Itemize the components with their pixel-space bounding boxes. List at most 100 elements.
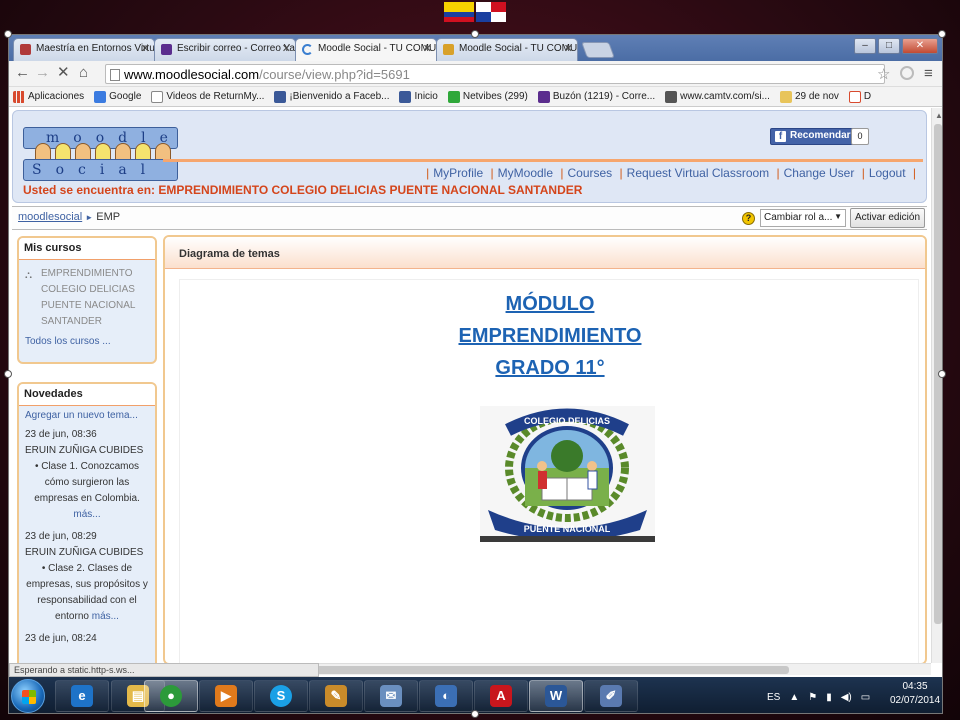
tab-moodle-active[interactable]: Moodle Social - TU COMU ✕ (295, 38, 437, 61)
role-select-value: Cambiar rol a... (764, 212, 833, 223)
bookmark-apps[interactable]: Aplicaciones (13, 90, 84, 103)
word-icon: W (545, 685, 567, 707)
taskbar-acrobat[interactable]: A (474, 680, 528, 712)
scroll-up-icon[interactable]: ▲ (935, 111, 942, 120)
bookmark-star-icon[interactable]: ☆ (877, 65, 890, 83)
flag-notification-icon[interactable]: ⚑ (808, 692, 817, 703)
tab-close-icon[interactable]: ✕ (564, 42, 573, 55)
block-title: Novedades (19, 384, 155, 406)
windows-taskbar: e ▤ ● ▶ S ✎ ✉ ◐ A W ✐ ES ▲ ⚑ ▮ ◀) ▭ 04:3… (9, 677, 942, 713)
maximize-button[interactable]: □ (878, 38, 900, 54)
moodle-header: moodle Social f Recomendar 0 | MyProfile … (12, 110, 927, 203)
course-link[interactable]: ⛬ EMPRENDIMIENTO COLEGIO DELICIAS PUENTE… (25, 266, 149, 330)
menu-change-user[interactable]: Change User (784, 166, 855, 180)
menu-myprofile[interactable]: MyProfile (433, 166, 483, 180)
bookmark-label: Google (109, 91, 142, 102)
module-title-line-1: MÓDULO (505, 293, 595, 315)
selection-handle[interactable] (938, 30, 946, 38)
taskbar-internet-explorer[interactable]: e (55, 680, 109, 712)
selection-handle[interactable] (4, 30, 12, 38)
bookmark-videos[interactable]: Videos de ReturnMy... (151, 90, 264, 103)
bookmark-buzon[interactable]: Buzón (1219) - Corre... (537, 90, 656, 103)
module-title-line-3: GRADO 11° (495, 357, 605, 379)
taskbar-paint[interactable]: ✎ (309, 680, 363, 712)
taskbar-paint-app[interactable]: ✐ (584, 680, 638, 712)
selection-handle[interactable] (938, 370, 946, 378)
course-line: EMPRENDIMIENTO (41, 268, 133, 279)
netvibes-icon (447, 90, 460, 103)
course-icon: ⛬ (25, 270, 32, 281)
network-icon[interactable]: ▮ (826, 692, 832, 703)
tab-label: Maestría en Entornos Virtu (36, 43, 155, 54)
new-tab-button[interactable] (581, 42, 615, 58)
paint-icon: ✎ (325, 685, 347, 707)
extension-icon[interactable] (900, 66, 914, 80)
minimize-button[interactable]: – (854, 38, 876, 54)
clock-date: 02/07/2014 (889, 695, 941, 706)
tab-close-icon[interactable]: ✕ (282, 42, 291, 55)
show-hidden-icons-icon[interactable]: ▲ (789, 692, 799, 703)
tab-moodle[interactable]: Moodle Social - TU COMU ✕ (436, 38, 578, 61)
menu-mymoodle[interactable]: MyMoodle (498, 166, 553, 180)
selection-handle[interactable] (4, 370, 12, 378)
moodle-social-logo[interactable]: moodle Social (23, 127, 183, 182)
monitor-icon[interactable]: ▭ (861, 692, 870, 703)
help-icon[interactable]: ? (742, 212, 755, 225)
stop-button[interactable]: ✕ (57, 65, 70, 81)
google-icon (94, 90, 107, 103)
taskbar-skype[interactable]: S (254, 680, 308, 712)
news-more-link[interactable]: más... (73, 509, 100, 520)
close-window-button[interactable]: ✕ (902, 38, 938, 54)
bookmark-label: Buzón (1219) - Corre... (552, 91, 656, 102)
bookmark-folder-29nov[interactable]: 29 de nov (779, 90, 839, 103)
selection-handle[interactable] (471, 710, 479, 718)
menu-request-classroom[interactable]: Request Virtual Classroom (627, 166, 770, 180)
news-more-link[interactable]: más... (92, 611, 119, 622)
volume-icon[interactable]: ◀) (841, 692, 852, 703)
back-button[interactable]: ← (15, 65, 30, 81)
start-button[interactable] (11, 679, 45, 713)
add-topic-link[interactable]: Agregar un nuevo tema... (19, 406, 155, 425)
recommend-count: 0 (851, 128, 869, 145)
course-line: PUENTE NACIONAL (41, 300, 136, 311)
home-button[interactable]: ⌂ (79, 65, 88, 81)
bookmark-inicio[interactable]: Inicio (399, 90, 438, 103)
gmail-icon (848, 90, 861, 103)
tab-close-icon[interactable]: ✕ (423, 42, 432, 55)
forward-button[interactable]: → (35, 65, 50, 81)
browser-menu-icon[interactable]: ≡ (924, 65, 933, 82)
tab-correo[interactable]: Escribir correo - Correo Ya ✕ (154, 38, 296, 61)
selection-handle[interactable] (471, 30, 479, 38)
taskbar-app[interactable]: ◐ (419, 680, 473, 712)
loading-spinner-icon (302, 44, 313, 55)
bookmark-netvibes[interactable]: Netvibes (299) (447, 90, 528, 103)
news-text: • Clase 2. Clases de empresas, sus propó… (25, 561, 149, 625)
switch-role-select[interactable]: Cambiar rol a... ▼ (760, 209, 846, 227)
turn-editing-on-button[interactable]: Activar edición (850, 208, 925, 228)
vertical-scrollbar[interactable]: ▲ (931, 108, 942, 663)
system-tray: ES ▲ ⚑ ▮ ◀) ▭ (767, 687, 870, 707)
bookmark-gmail[interactable]: D (848, 90, 871, 103)
facebook-recommend-button[interactable]: f Recomendar (770, 128, 858, 145)
tab-close-icon[interactable]: ✕ (141, 42, 150, 55)
bookmark-google[interactable]: Google (94, 90, 142, 103)
bookmark-label: Netvibes (299) (462, 91, 528, 102)
breadcrumb-home-link[interactable]: moodlesocial (18, 211, 82, 223)
system-clock[interactable]: 04:35 02/07/2014 (889, 680, 941, 708)
menu-courses[interactable]: Courses (568, 166, 613, 180)
recommend-label: Recomendar (790, 130, 851, 141)
taskbar-word[interactable]: W (529, 680, 583, 712)
taskbar-media-player[interactable]: ▶ (199, 680, 253, 712)
tab-label: Moodle Social - TU COMU (459, 43, 578, 54)
acrobat-icon: A (490, 685, 512, 707)
tab-strip: Maestría en Entornos Virtu ✕ Escribir co… (9, 35, 942, 61)
tab-maestria[interactable]: Maestría en Entornos Virtu ✕ (13, 38, 155, 61)
all-courses-link[interactable]: Todos los cursos ... (25, 336, 149, 347)
taskbar-chrome[interactable]: ● (144, 680, 198, 712)
address-bar[interactable]: www.moodlesocial.com/course/view.php?id=… (105, 64, 885, 84)
bookmark-camtv[interactable]: www.camtv.com/si... (665, 90, 770, 103)
menu-logout[interactable]: Logout (869, 166, 906, 180)
language-indicator[interactable]: ES (767, 692, 780, 703)
bookmark-facebook[interactable]: ¡Bienvenido a Faceb... (274, 90, 389, 103)
taskbar-mail[interactable]: ✉ (364, 680, 418, 712)
